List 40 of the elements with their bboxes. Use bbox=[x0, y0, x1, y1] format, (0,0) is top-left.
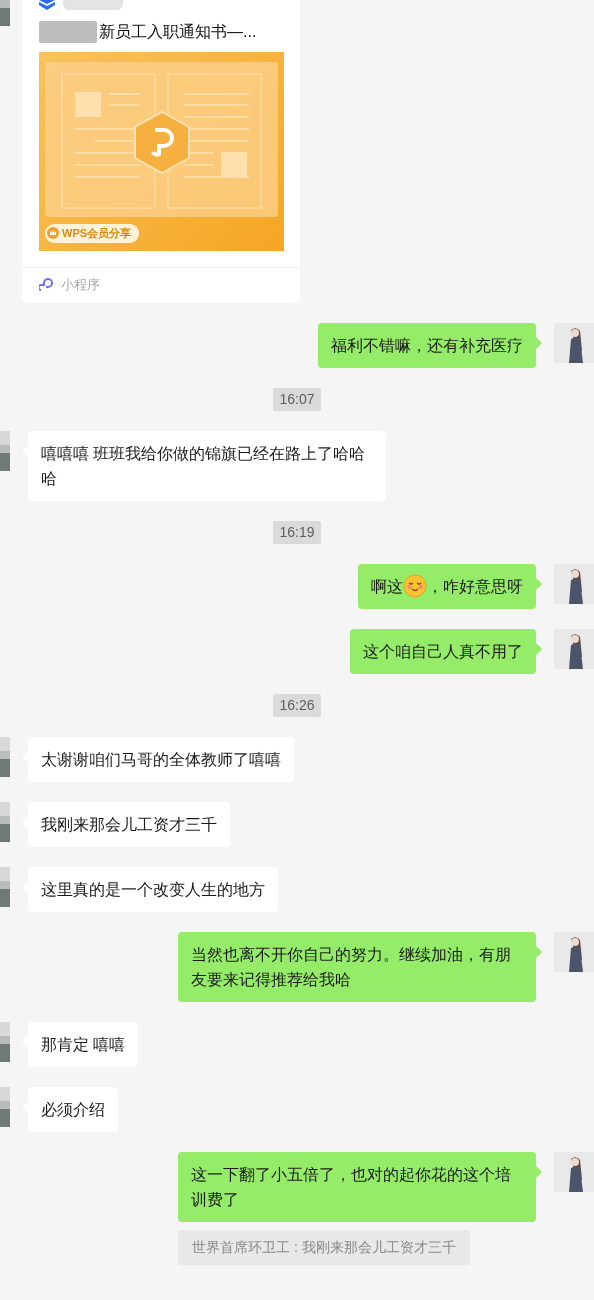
avatar[interactable] bbox=[0, 1021, 10, 1062]
avatar[interactable] bbox=[554, 322, 594, 363]
avatar[interactable] bbox=[554, 563, 594, 604]
crown-icon bbox=[47, 227, 59, 240]
message-bubble: 这个咱自己人真不用了 bbox=[350, 628, 536, 674]
avatar[interactable] bbox=[554, 931, 594, 972]
avatar[interactable] bbox=[0, 430, 10, 471]
timestamp: 16:19 bbox=[273, 520, 321, 544]
timestamp: 16:26 bbox=[273, 693, 321, 717]
avatar[interactable] bbox=[0, 736, 10, 777]
message-bubble: 这里真的是一个改变人生的地方 bbox=[28, 866, 278, 912]
bubble-tail bbox=[536, 1165, 542, 1178]
message-bubble: 这一下翻了小五倍了，也对的起你花的这个培训费了 bbox=[178, 1151, 536, 1222]
avatar[interactable] bbox=[554, 1151, 594, 1192]
bubble-tail bbox=[536, 642, 542, 655]
mini-program-card[interactable]: 新员工入职通知书—... WPS会员分享 小程序 bbox=[22, 0, 300, 303]
link-icon bbox=[39, 277, 53, 292]
quoted-message: 世界首席环卫工 : 我刚来那会儿工资才三千 bbox=[178, 1229, 470, 1265]
card-title: 新员工入职通知书—... bbox=[99, 22, 257, 42]
message-bubble: 那肯定 嘻嘻 bbox=[28, 1021, 139, 1067]
avatar[interactable] bbox=[0, 801, 10, 842]
redaction-block bbox=[39, 21, 97, 43]
bubble-tail bbox=[536, 336, 542, 349]
avatar[interactable] bbox=[554, 628, 594, 669]
message-bubble: 太谢谢咱们马哥的全体教师了嘻嘻 bbox=[28, 736, 294, 782]
message-bubble: 我刚来那会儿工资才三千 bbox=[28, 801, 230, 847]
member-share-tag: WPS会员分享 bbox=[45, 224, 140, 243]
avatar[interactable] bbox=[0, 1086, 10, 1127]
bubble-tail bbox=[536, 577, 542, 590]
message-bubble: 当然也离不开你自己的努力。继续加油，有朋友要来记得推荐给我哈 bbox=[178, 931, 536, 1002]
avatar[interactable] bbox=[0, 866, 10, 907]
message-bubble: 嘻嘻嘻 班班我给你做的锦旗已经在路上了哈哈哈 bbox=[28, 430, 386, 501]
blurred-name bbox=[63, 0, 123, 10]
message-bubble: 啊这 ，咋好意思呀 bbox=[358, 563, 536, 609]
smiling-face-icon bbox=[403, 573, 427, 598]
timestamp: 16:07 bbox=[273, 387, 321, 411]
mini-program-label: 小程序 bbox=[61, 276, 100, 294]
message-bubble: 必须介绍 bbox=[28, 1086, 118, 1132]
message-bubble: 福利不错嘛，还有补充医疗 bbox=[318, 322, 536, 368]
bubble-tail bbox=[536, 945, 542, 958]
